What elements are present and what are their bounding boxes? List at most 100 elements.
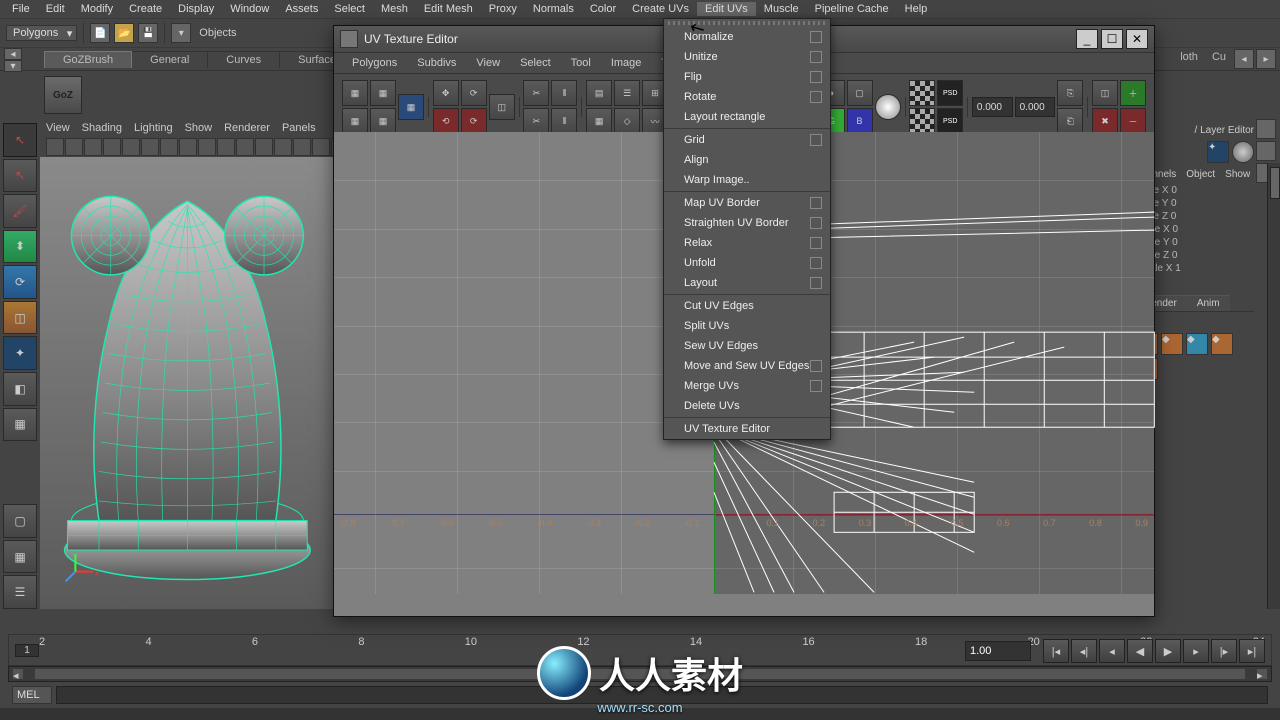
vp-icon-shaded[interactable] (198, 138, 216, 156)
menu-normals[interactable]: Normals (525, 2, 582, 16)
uv-menu-tool[interactable]: Tool (561, 55, 601, 71)
vp-icon-1[interactable] (46, 138, 64, 156)
layout-four[interactable]: ▦ (3, 540, 37, 574)
save-scene-icon[interactable]: 💾 (138, 23, 158, 43)
uv-u-field[interactable]: 0.000 (972, 97, 1013, 117)
mel-label[interactable]: MEL (12, 686, 52, 704)
menu-layout-rectangle[interactable]: Layout rectangle (664, 107, 830, 127)
range-track[interactable] (35, 669, 1245, 679)
shelf-scroll-right-icon[interactable]: ▸ (1256, 49, 1276, 69)
uv-tb-cut[interactable]: ✂ (523, 108, 549, 134)
cb-tab-object[interactable]: Object (1186, 169, 1215, 180)
shelf-scroll-left-icon[interactable]: ◂ (1234, 49, 1254, 69)
uv-tb-layout[interactable]: ▤ (586, 80, 612, 106)
vp-icon-6[interactable] (141, 138, 159, 156)
uv-tb-flip-v[interactable]: ▦ (370, 80, 396, 106)
layout-outliner[interactable]: ☰ (3, 575, 37, 609)
uv-tb-smudge[interactable]: ▦ (370, 108, 396, 134)
uv-tb-move[interactable]: ✥ (433, 80, 459, 106)
shelf-tab-cloth[interactable]: loth (1174, 49, 1204, 69)
menu-rotate[interactable]: Rotate (664, 87, 830, 107)
uv-tb-checker2[interactable] (909, 108, 935, 134)
uv-tb-rotcw[interactable]: ⟳ (461, 108, 487, 134)
menu-sew-uv-edges[interactable]: Sew UV Edges (664, 336, 830, 356)
show-manip-tool[interactable]: ▦ (3, 408, 37, 442)
vp-icon-t[interactable] (312, 138, 330, 156)
axis-icon[interactable]: ✦ (1207, 141, 1229, 163)
open-scene-icon[interactable]: 📂 (114, 23, 134, 43)
vp-icon-4[interactable] (103, 138, 121, 156)
menu-uv-texture-editor[interactable]: UV Texture Editor (664, 419, 830, 439)
uv-tb-rotccw[interactable]: ⟲ (433, 108, 459, 134)
menu-cut-uv-edges[interactable]: Cut UV Edges (664, 296, 830, 316)
gozbrush-icon[interactable]: GoZ (44, 76, 82, 114)
menu-straighten-uv-border[interactable]: Straighten UV Border (664, 213, 830, 233)
menu-layout[interactable]: Layout (664, 273, 830, 293)
menu-file[interactable]: File (4, 2, 38, 16)
step-fwd-key-button[interactable]: |▸ (1211, 639, 1237, 663)
paint-select-tool[interactable]: 🖌 (3, 194, 37, 228)
vp-icon-2[interactable] (65, 138, 83, 156)
uv-tb-split[interactable]: ⫴ (551, 80, 577, 106)
uv-tb-grid-icon[interactable]: ▦ (586, 108, 612, 134)
vp-menu-renderer[interactable]: Renderer (224, 122, 270, 134)
uv-tb-select-shell[interactable]: ▦ (398, 94, 424, 120)
menu-edit[interactable]: Edit (38, 2, 73, 16)
shelf-tab-custom[interactable]: Cu (1206, 49, 1232, 69)
uv-tb-psd2[interactable]: PSD (937, 108, 963, 134)
menu-create-uvs[interactable]: Create UVs (624, 2, 697, 16)
vp-icon-xray[interactable] (274, 138, 292, 156)
shelf-menu-icon[interactable]: ▾ (4, 60, 22, 72)
soft-mod-tool[interactable]: ◧ (3, 372, 37, 406)
layer-icon-3[interactable]: ◆ (1186, 333, 1208, 355)
uv-menu-select[interactable]: Select (510, 55, 561, 71)
vp-icon-isolate[interactable] (293, 138, 311, 156)
range-slider[interactable]: ◂ ▸ (8, 666, 1272, 682)
menu-split-uvs[interactable]: Split UVs (664, 316, 830, 336)
timeline-start-frame[interactable]: 1 (15, 644, 39, 657)
uv-tb-add[interactable]: ＋ (1120, 80, 1146, 106)
menu-help[interactable]: Help (897, 2, 936, 16)
uv-tb-checker[interactable] (909, 80, 935, 106)
layer-tab-anim[interactable]: Anim (1187, 295, 1230, 311)
vp-icon-3[interactable] (84, 138, 102, 156)
uv-tb-copy[interactable]: ⎘ (1057, 80, 1083, 106)
uv-tb-psd[interactable]: PSD (937, 80, 963, 106)
uv-v-field[interactable]: 0.000 (1015, 97, 1056, 117)
uv-menu-view[interactable]: View (466, 55, 510, 71)
menu-edit-uvs[interactable]: Edit UVs (697, 2, 756, 16)
menu-unitize[interactable]: Unitize (664, 47, 830, 67)
vp-menu-show[interactable]: Show (185, 122, 213, 134)
sphere-icon[interactable] (1232, 141, 1254, 163)
selection-mask-icon[interactable]: ▾ (171, 23, 191, 43)
edit-uvs-dropdown[interactable]: Normalize Unitize Flip Rotate Layout rec… (663, 18, 831, 440)
uv-tb-del[interactable]: ✖ (1092, 108, 1118, 134)
vp-icon-shadows[interactable] (255, 138, 273, 156)
uv-tb-paste[interactable]: ⎗ (1057, 108, 1083, 134)
uv-tb-rot[interactable]: ⟳ (461, 80, 487, 106)
main-menubar[interactable]: File Edit Modify Create Display Window A… (0, 0, 1280, 18)
layout-single[interactable]: ▢ (3, 504, 37, 538)
go-start-button[interactable]: |◂ (1043, 639, 1069, 663)
vp-icon-5[interactable] (122, 138, 140, 156)
current-frame-field[interactable]: 1.00 (965, 641, 1031, 661)
menu-muscle[interactable]: Muscle (756, 2, 807, 16)
uv-menu-polygons[interactable]: Polygons (342, 55, 407, 71)
menu-merge-uvs[interactable]: Merge UVs (664, 376, 830, 396)
shelf-arrow-icon[interactable]: ◂ (4, 48, 22, 60)
uv-tb-alpha[interactable] (875, 94, 901, 120)
uv-tb-merge[interactable]: ⫴ (551, 108, 577, 134)
uv-tb-lattice[interactable]: ▦ (342, 108, 368, 134)
uv-tb-flip-u[interactable]: ▦ (342, 80, 368, 106)
menu-mesh[interactable]: Mesh (373, 2, 416, 16)
univ-manip-tool[interactable]: ✦ (3, 336, 37, 370)
uv-minimize-button[interactable]: _ (1076, 29, 1098, 49)
menu-warp-image[interactable]: Warp Image.. (664, 170, 830, 190)
new-scene-icon[interactable]: 📄 (90, 23, 110, 43)
shelf-tab-general[interactable]: General (132, 51, 208, 68)
vp-menu-view[interactable]: View (46, 122, 70, 134)
menu-align[interactable]: Align (664, 150, 830, 170)
uv-tb-blue[interactable]: B (847, 108, 873, 134)
uv-tb-edge[interactable]: ◫ (1092, 80, 1118, 106)
go-end-button[interactable]: ▸| (1239, 639, 1265, 663)
